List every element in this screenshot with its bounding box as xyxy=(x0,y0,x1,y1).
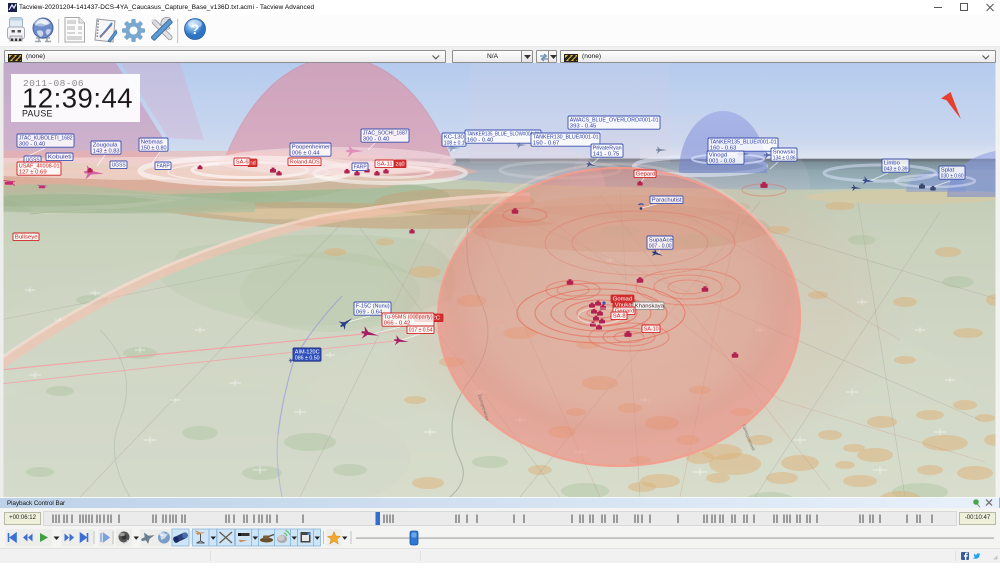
svg-text:F-15C (Nunu): F-15C (Nunu) xyxy=(356,303,390,309)
svg-text:Poopenheimer: Poopenheimer xyxy=(292,144,330,150)
svg-text:PAUSE: PAUSE xyxy=(22,109,53,119)
svg-text:141 - 0.75: 141 - 0.75 xyxy=(593,152,620,158)
svg-text:143 ± 0.83: 143 ± 0.83 xyxy=(93,149,120,155)
svg-text:Vinogd: Vinogd xyxy=(709,152,727,158)
svg-text:UGSS: UGSS xyxy=(112,163,126,169)
svg-text:043 ± 0.39: 043 ± 0.39 xyxy=(884,167,908,173)
svg-text:127 ± 0.69: 127 ± 0.69 xyxy=(19,170,47,176)
svg-text:Splat: Splat xyxy=(941,167,955,173)
svg-text:150 ± 0.80: 150 ± 0.80 xyxy=(141,146,167,152)
svg-text:JTAC_KUBOLETI_1682: JTAC_KUBOLETI_1682 xyxy=(19,135,73,141)
svg-text:SA-11: SA-11 xyxy=(377,162,393,168)
svg-text:FARP: FARP xyxy=(157,164,170,170)
svg-text:160 - 0.40: 160 - 0.40 xyxy=(467,138,494,144)
svg-text:300 - 0.40: 300 - 0.40 xyxy=(19,142,46,148)
svg-text:017 ± 0.54: 017 ± 0.54 xyxy=(409,328,433,334)
svg-text:PrivateRyan: PrivateRyan xyxy=(593,145,622,151)
svg-text:?: ? xyxy=(191,21,200,37)
svg-text:066 - 0.42: 066 - 0.42 xyxy=(384,321,411,327)
svg-text:nd: nd xyxy=(250,161,256,167)
svg-text:AIM-120C: AIM-120C xyxy=(295,349,320,355)
svg-text:SA-6: SA-6 xyxy=(236,160,249,166)
svg-text:SA-8: SA-8 xyxy=(613,314,626,320)
svg-text:300 - 0.40: 300 - 0.40 xyxy=(363,137,390,143)
svg-text:TANKER135_BLUE_SLOW#001-01: TANKER135_BLUE_SLOW#001-01 xyxy=(467,131,540,137)
svg-text:Gepard: Gepard xyxy=(636,172,656,178)
svg-text:FARP: FARP xyxy=(354,165,367,171)
svg-text:030 ± 0.60: 030 ± 0.60 xyxy=(941,174,964,180)
svg-text:Zougoula: Zougoula xyxy=(93,142,118,148)
svg-text:393 - 0.45: 393 - 0.45 xyxy=(570,124,597,130)
svg-text:AWACS_BLUE_OVERLORD#001-01: AWACS_BLUE_OVERLORD#001-01 xyxy=(570,117,659,123)
svg-text:SupaAce: SupaAce xyxy=(649,237,674,243)
svg-text:Roland ADS: Roland ADS xyxy=(290,160,320,166)
svg-text:USAF_4#008-01: USAF_4#008-01 xyxy=(19,163,60,169)
svg-text:TANKER135_BLUE#001-01: TANKER135_BLUE#001-01 xyxy=(710,139,777,145)
svg-text:Limbo: Limbo xyxy=(884,160,901,166)
svg-text:KC-130: KC-130 xyxy=(444,134,465,140)
svg-text:001 - 0.03: 001 - 0.03 xyxy=(709,159,736,165)
svg-text:Nebmas: Nebmas xyxy=(141,139,163,145)
svg-text:007 - 0.00: 007 - 0.00 xyxy=(649,244,672,250)
svg-text:JTAC_SOCHI_1687: JTAC_SOCHI_1687 xyxy=(363,130,408,136)
svg-text:Snowski: Snowski xyxy=(773,149,795,155)
svg-text:Bullseye: Bullseye xyxy=(15,235,39,241)
svg-text:006 ± 0.44: 006 ± 0.44 xyxy=(292,151,321,157)
svg-text:134 ± 0.86: 134 ± 0.86 xyxy=(773,156,796,162)
svg-text:Parachutist: Parachutist xyxy=(652,198,682,204)
svg-text:TANKER130_BLUE#001-01: TANKER130_BLUE#001-01 xyxy=(533,134,599,140)
svg-text:069 - 0.64: 069 - 0.64 xyxy=(356,310,383,316)
svg-text:086 ± 0.50: 086 ± 0.50 xyxy=(295,356,320,362)
svg-text:SA-10: SA-10 xyxy=(644,327,659,333)
svg-text:150 - 0.67: 150 - 0.67 xyxy=(533,141,560,147)
svg-text:Khanskaya: Khanskaya xyxy=(635,304,665,310)
svg-text:Kobuleti: Kobuleti xyxy=(48,155,72,161)
svg-text:zq0: zq0 xyxy=(396,162,405,168)
svg-text:Tu-95MS (000party): Tu-95MS (000party) xyxy=(384,314,433,320)
svg-text:108 ± 0.1: 108 ± 0.1 xyxy=(444,141,465,147)
